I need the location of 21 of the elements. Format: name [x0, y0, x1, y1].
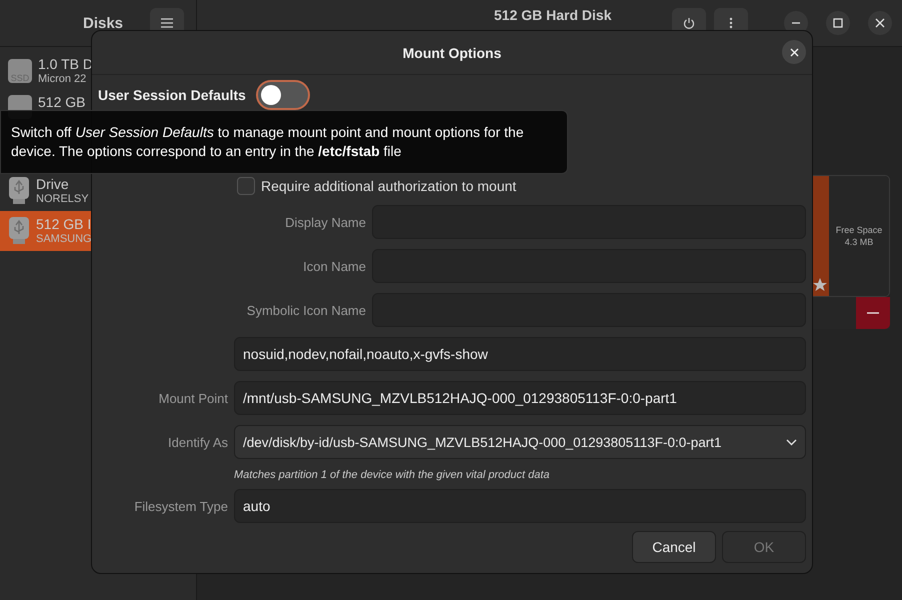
drive-name: 512 GB I	[36, 217, 92, 233]
free-space-size: 4.3 MB	[844, 237, 874, 247]
field-label: Identify As	[167, 434, 228, 450]
dialog-title: Mount Options	[402, 44, 502, 60]
drive-model: Micron 22	[38, 72, 88, 85]
drive-model: NORELSY	[36, 192, 89, 205]
hint-text: Matches partition 1 of the device with the given vital product data	[234, 469, 550, 481]
user-session-defaults-label: User Session Defaults	[98, 87, 246, 103]
field-label: Filesystem Type	[133, 498, 228, 514]
field-label: Display Name	[284, 214, 366, 230]
drive-model: SAMSUNG	[36, 232, 92, 245]
field-label: Symbolic Icon Name	[246, 302, 366, 318]
drive-name: Drive	[36, 177, 70, 193]
field-label: Mount Point	[158, 390, 228, 406]
tooltip: Switch off User Session Defaults to manage mount point and mount options for the device. The options correspond to an entry in the /etc/fstab file	[0, 110, 568, 174]
drive-name: 512 GB	[38, 95, 86, 110]
free-space-label: Free Space	[836, 225, 882, 235]
checkbox-label: Require additional authorization to mount	[261, 178, 516, 194]
sidebar-title: Disks	[83, 14, 124, 32]
window-title: 512 GB Hard Disk	[494, 7, 612, 23]
field-label: Icon Name	[302, 258, 366, 274]
